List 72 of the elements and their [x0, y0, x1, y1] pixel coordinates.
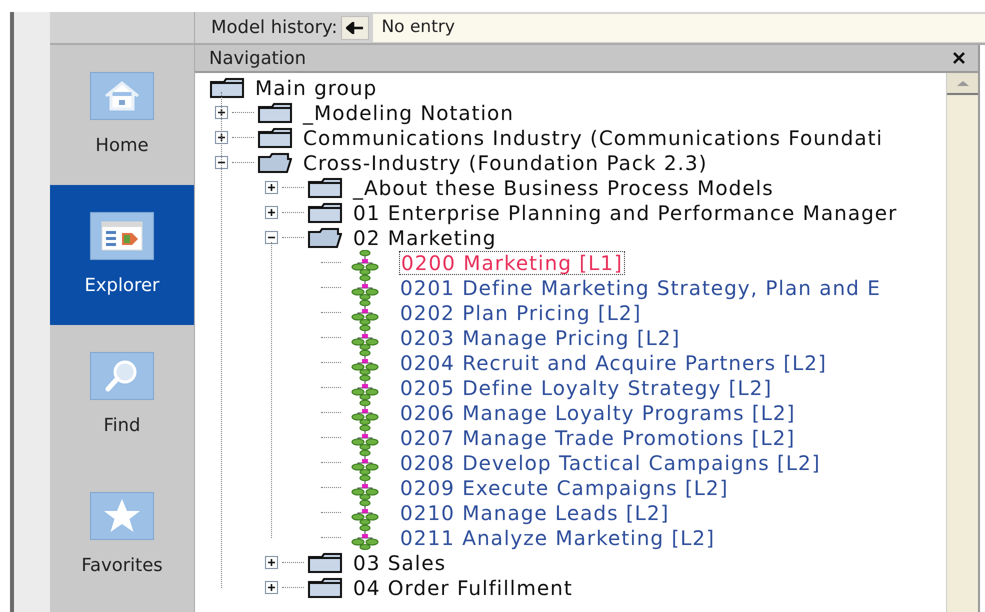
sidebar-item[interactable]: Home — [50, 45, 194, 185]
process-model-icon — [350, 450, 380, 475]
plus-icon — [267, 183, 276, 192]
panel-title: Navigation — [209, 46, 306, 70]
process-model-icon — [350, 325, 380, 350]
tree-item[interactable]: 0206 Manage Loyalty Programs [L2] — [400, 402, 796, 424]
folder-icon — [258, 102, 292, 122]
up-arrow-icon — [956, 80, 970, 86]
expand-toggle[interactable] — [265, 181, 278, 194]
scroll-up-button[interactable] — [947, 73, 978, 95]
process-model-icon — [350, 400, 380, 425]
expand-toggle[interactable] — [265, 556, 278, 569]
expand-toggle[interactable] — [215, 106, 228, 119]
tree-item[interactable]: 01 Enterprise Planning and Performance Manager — [353, 202, 898, 224]
folder-icon — [308, 552, 342, 572]
plus-icon — [267, 208, 276, 217]
tree-item[interactable]: 0201 Define Marketing Strategy, Plan and E — [400, 276, 881, 298]
tree-item[interactable]: 0205 Define Loyalty Strategy [L2] — [400, 376, 772, 398]
process-model-icon — [350, 275, 380, 300]
sidebar-item[interactable]: Favorites — [50, 465, 194, 605]
collapse-toggle[interactable] — [215, 156, 228, 169]
open-folder-icon — [258, 152, 292, 172]
tree-item[interactable]: _About these Business Process Models — [353, 176, 774, 198]
tree-item[interactable]: Communications Industry (Communications Foundati — [303, 126, 883, 148]
process-model-icon — [350, 500, 380, 525]
open-folder-icon — [308, 228, 342, 248]
scrollbar[interactable] — [946, 73, 978, 612]
tree-item[interactable]: 0211 Analyze Marketing [L2] — [400, 526, 715, 548]
explorer-icon — [90, 212, 154, 260]
process-model-icon — [350, 525, 380, 550]
folder-icon — [210, 78, 244, 98]
tree-item[interactable]: 0210 Manage Leads [L2] — [400, 502, 670, 524]
plus-icon — [267, 558, 276, 567]
expand-toggle[interactable] — [265, 581, 278, 594]
close-icon — [953, 52, 965, 64]
folder-icon — [308, 578, 342, 598]
process-model-icon — [350, 250, 380, 275]
tree-item[interactable]: 0200 Marketing [L1] — [400, 252, 624, 274]
sidebar-item[interactable]: Explorer — [50, 185, 194, 325]
expand-toggle[interactable] — [215, 131, 228, 144]
tree-item[interactable]: 0203 Manage Pricing [L2] — [400, 326, 680, 348]
plus-icon — [267, 583, 276, 592]
process-model-icon — [350, 375, 380, 400]
process-model-icon — [350, 300, 380, 325]
tree-item[interactable]: Cross-Industry (Foundation Pack 2.3) — [303, 152, 708, 174]
tree-item[interactable]: 0208 Develop Tactical Campaigns [L2] — [400, 452, 821, 474]
tree-item[interactable]: 03 Sales — [353, 552, 446, 574]
tree-item[interactable]: _Modeling Notation — [303, 102, 514, 124]
model-history-field[interactable]: No entry — [373, 14, 985, 42]
sidebar-item[interactable]: Find — [50, 325, 194, 465]
folder-icon — [308, 178, 342, 198]
back-button[interactable] — [341, 16, 370, 40]
home-icon — [90, 72, 154, 120]
tree-item[interactable]: 0204 Recruit and Acquire Partners [L2] — [400, 352, 827, 374]
tree-item[interactable]: 0207 Manage Trade Promotions [L2] — [400, 426, 796, 448]
tree-item[interactable]: 0202 Plan Pricing [L2] — [400, 302, 642, 324]
tree-item[interactable]: 0209 Execute Campaigns [L2] — [400, 476, 728, 498]
plus-icon — [217, 108, 226, 117]
search-icon — [90, 352, 154, 400]
tree-item[interactable]: 04 Order Fulfillment — [353, 576, 573, 598]
left-arrow-icon — [346, 22, 364, 34]
plus-icon — [217, 133, 226, 142]
process-model-icon — [350, 475, 380, 500]
model-history-label: Model history: — [211, 16, 338, 40]
process-model-icon — [350, 425, 380, 450]
folder-icon — [258, 128, 292, 148]
process-model-icon — [350, 350, 380, 375]
expand-toggle[interactable] — [265, 206, 278, 219]
tree-item[interactable]: Main group — [255, 76, 378, 98]
folder-icon — [308, 202, 342, 222]
tree-item[interactable]: 02 Marketing — [353, 226, 496, 248]
collapse-toggle[interactable] — [265, 231, 278, 244]
